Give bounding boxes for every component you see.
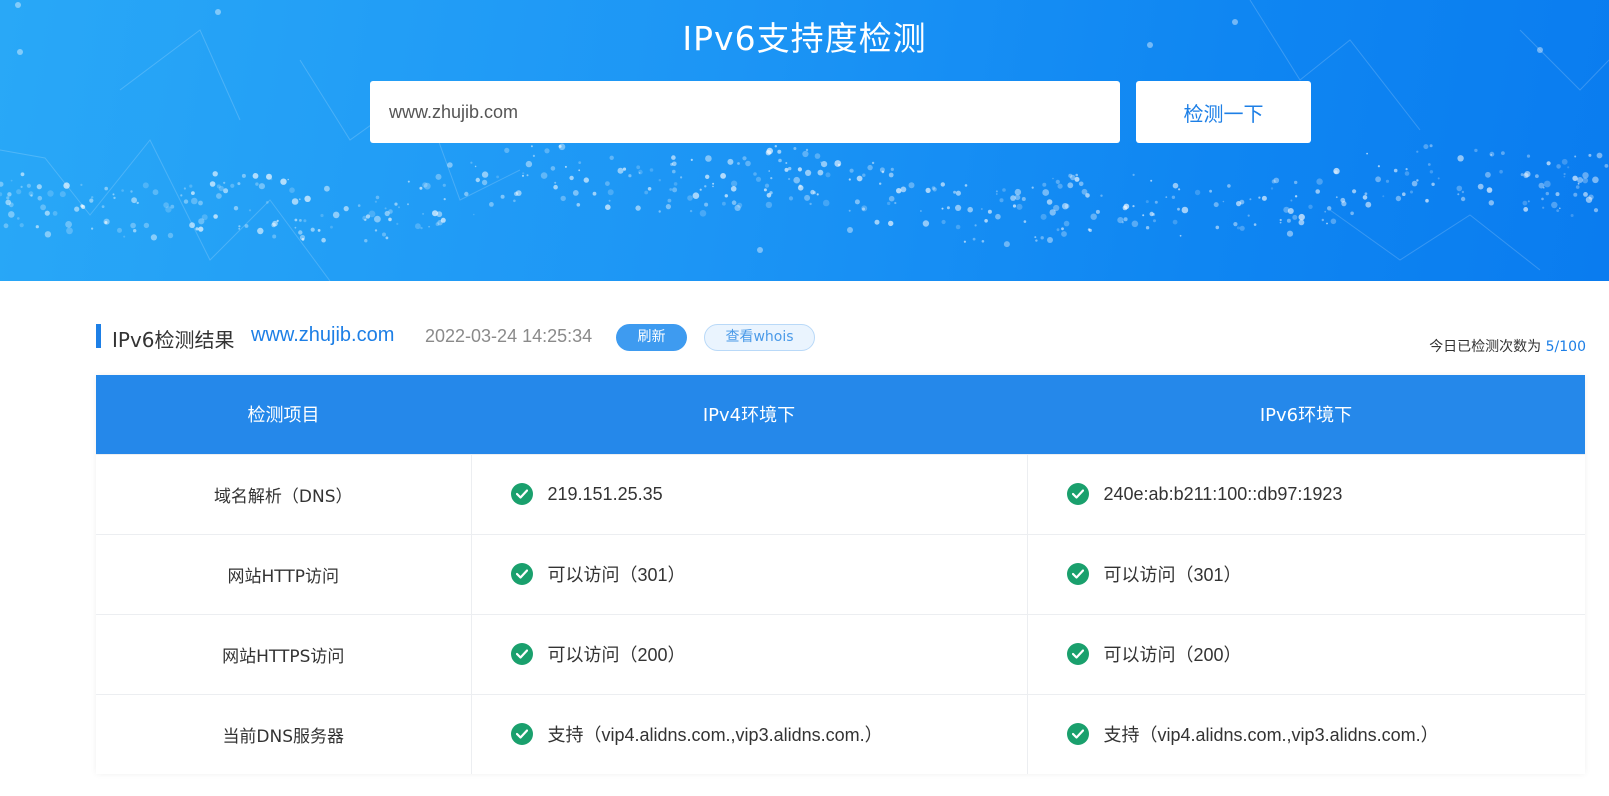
- column-header-ipv4: IPv4环境下: [471, 375, 1027, 454]
- column-header-item: 检测项目: [96, 375, 471, 454]
- table-row: 当前DNS服务器 支持（vip4.alidns.com.,vip3.alidns…: [96, 693, 1585, 774]
- ipv6-value: 可以访问（200）: [1103, 645, 1242, 665]
- row-item-label: 域名解析（DNS）: [96, 453, 471, 534]
- result-timestamp: 2022-03-24 14:25:34: [425, 326, 593, 346]
- daily-count-value: 5/100: [1545, 339, 1586, 355]
- check-circle-icon: [510, 723, 533, 746]
- domain-search-input[interactable]: [370, 81, 1120, 143]
- ipv6-value: 支持（vip4.alidns.com.,vip3.alidns.com.）: [1103, 725, 1439, 746]
- table-header-row: 检测项目 IPv4环境下 IPv6环境下: [96, 375, 1585, 454]
- daily-count-label: 今日已检测次数为: [1429, 339, 1542, 355]
- table-row: 网站HTTP访问 可以访问（301） 可以访问（301）: [96, 533, 1585, 614]
- row-item-label: 网站HTTPS访问: [96, 613, 471, 694]
- check-circle-icon: [1066, 563, 1089, 585]
- ipv4-value: 219.151.25.35: [547, 483, 663, 504]
- section-accent-bar: [96, 324, 101, 348]
- ipv4-value: 支持（vip4.alidns.com.,vip3.alidns.com.）: [547, 725, 883, 746]
- check-circle-icon: [1066, 483, 1089, 505]
- detect-button[interactable]: 检测一下: [1136, 81, 1311, 143]
- table-row: 网站HTTPS访问 可以访问（200） 可以访问（200）: [96, 613, 1585, 694]
- check-circle-icon: [1066, 723, 1089, 746]
- table-row: 域名解析（DNS） 219.151.25.35 240e:ab:b211:100…: [96, 453, 1585, 534]
- result-domain: www.zhujib.com: [251, 324, 395, 346]
- daily-count: 今日已检测次数为 5/100: [1429, 336, 1586, 356]
- ipv6-cell: 可以访问（200）: [1026, 613, 1585, 694]
- row-item-label: 网站HTTP访问: [96, 533, 471, 614]
- ipv6-cell: 可以访问（301）: [1026, 533, 1585, 614]
- check-circle-icon: [510, 483, 533, 505]
- check-circle-icon: [510, 643, 533, 665]
- result-header: IPv6检测结果 www.zhujib.com 2022-03-24 14:25…: [96, 322, 1586, 355]
- ipv4-cell: 可以访问（301）: [470, 533, 1027, 614]
- refresh-button[interactable]: 刷新: [616, 324, 687, 351]
- ipv4-value: 可以访问（200）: [547, 645, 686, 665]
- ipv4-cell: 219.151.25.35: [470, 453, 1027, 534]
- ipv6-value: 240e:ab:b211:100::db97:1923: [1103, 483, 1343, 504]
- result-table: 检测项目 IPv4环境下 IPv6环境下 域名解析（DNS） 219.151.2…: [96, 375, 1585, 774]
- check-circle-icon: [1066, 643, 1089, 665]
- page-title: IPv6支持度检测: [682, 19, 927, 58]
- check-circle-icon: [510, 563, 533, 585]
- ipv4-value: 可以访问（301）: [547, 565, 686, 585]
- view-whois-button[interactable]: 查看whois: [704, 324, 815, 351]
- ipv6-value: 可以访问（301）: [1103, 565, 1242, 585]
- row-item-label: 当前DNS服务器: [96, 693, 471, 774]
- ipv4-cell: 支持（vip4.alidns.com.,vip3.alidns.com.）: [470, 693, 1027, 774]
- hero-banner: IPv6支持度检测 检测一下: [0, 0, 1609, 281]
- ipv4-cell: 可以访问（200）: [470, 613, 1027, 694]
- ipv6-cell: 支持（vip4.alidns.com.,vip3.alidns.com.）: [1026, 693, 1585, 774]
- ipv6-cell: 240e:ab:b211:100::db97:1923: [1026, 453, 1585, 534]
- result-title: IPv6检测结果: [112, 328, 235, 352]
- column-header-ipv6: IPv6环境下: [1027, 375, 1585, 454]
